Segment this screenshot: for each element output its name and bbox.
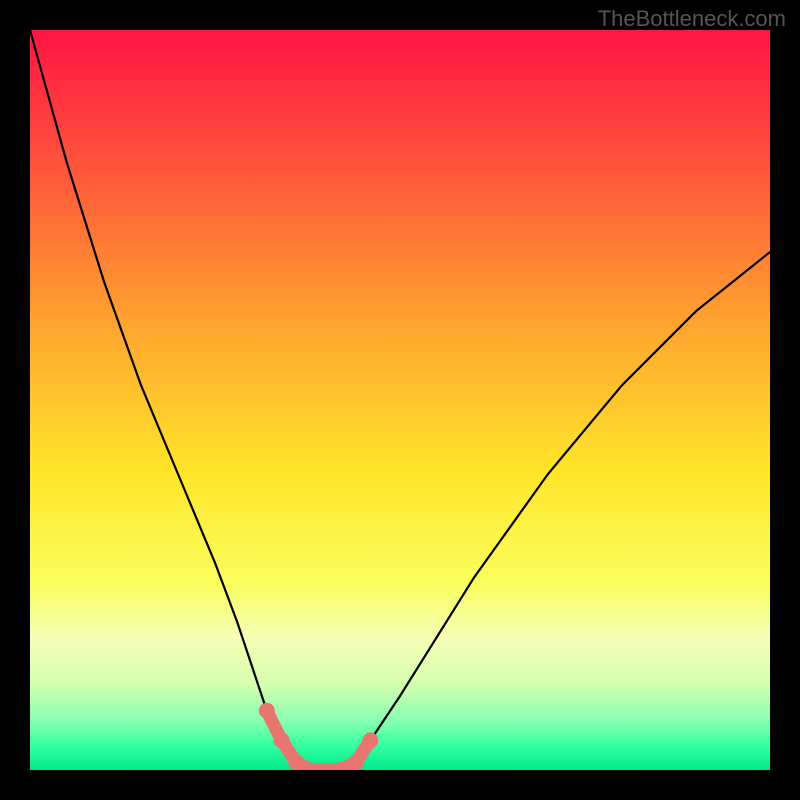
watermark-text: TheBottleneck.com (598, 6, 786, 32)
bottleneck-curve (30, 30, 770, 770)
optimal-zone-markers (259, 703, 379, 770)
plot-area (30, 30, 770, 770)
curve-layer (30, 30, 770, 770)
